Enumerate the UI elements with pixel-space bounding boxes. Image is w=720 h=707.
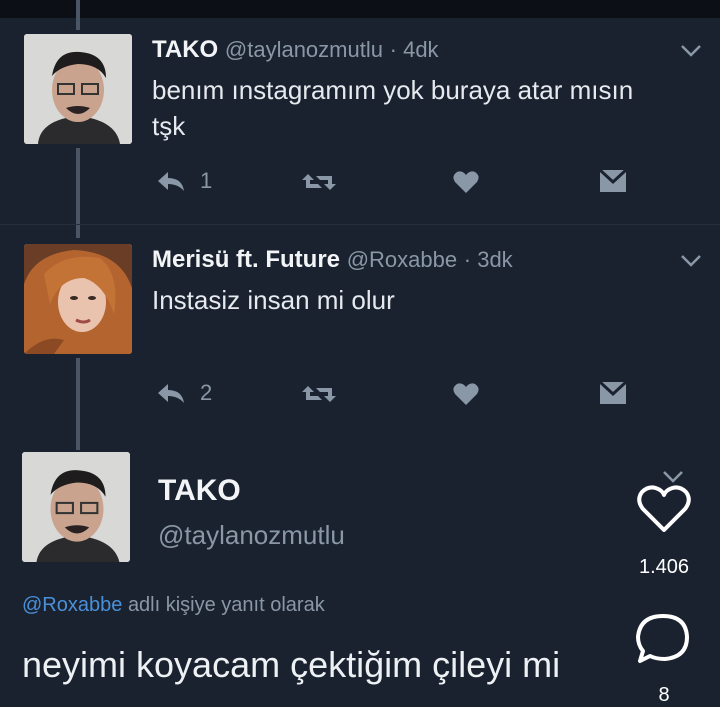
avatar[interactable] bbox=[22, 452, 130, 562]
tweet-author[interactable]: TAKO @taylanozmutlu · 4dk bbox=[152, 36, 439, 64]
tweet-author[interactable]: Merisü ft. Future @Roxabbe · 3dk bbox=[152, 246, 513, 274]
author-name: Merisü ft. Future bbox=[152, 246, 341, 273]
overlay-comment-icon[interactable] bbox=[634, 612, 692, 666]
main-author-name[interactable]: TAKO bbox=[158, 474, 241, 508]
avatar[interactable] bbox=[24, 34, 132, 144]
tweet-time: · 4dk bbox=[389, 37, 439, 62]
tweet-text-line: benım ınstagramım yok buraya atar mısın bbox=[152, 75, 634, 105]
reply-mention[interactable]: @Roxabbe bbox=[22, 594, 122, 616]
tweet-text-line: tşk bbox=[152, 111, 186, 141]
divider bbox=[0, 224, 720, 225]
tweet-text: benım ınstagramım yok buraya atar mısın … bbox=[152, 72, 633, 144]
thread-line bbox=[76, 358, 80, 450]
reply-count: 2 bbox=[200, 380, 213, 405]
author-handle: @taylanozmutlu bbox=[224, 37, 383, 62]
reply-context: @Roxabbe adlı kişiye yanıt olarak bbox=[22, 594, 325, 617]
thread-line bbox=[76, 0, 80, 30]
chevron-down-icon[interactable] bbox=[680, 44, 702, 58]
avatar-image bbox=[24, 244, 132, 354]
tweet-text: Instasiz insan mi olur bbox=[152, 282, 395, 318]
overlay-heart-icon[interactable] bbox=[636, 484, 692, 534]
dm-icon[interactable] bbox=[598, 168, 628, 194]
reply-icon bbox=[158, 172, 184, 191]
chevron-down-icon[interactable] bbox=[662, 470, 684, 484]
main-tweet-text: neyimi koyacam çektiğim çileyi mi bbox=[22, 644, 561, 685]
heart-icon[interactable] bbox=[452, 382, 480, 406]
tweet-text-line: Instasiz insan mi olur bbox=[152, 285, 395, 315]
avatar-image bbox=[24, 34, 132, 144]
reply-suffix: adlı kişiye yanıt olarak bbox=[127, 594, 325, 616]
reply-icon bbox=[158, 384, 184, 403]
tweet-time: · 3dk bbox=[463, 247, 513, 272]
retweet-icon[interactable] bbox=[300, 382, 338, 406]
reply-button[interactable]: 2 bbox=[156, 380, 212, 406]
reply-button[interactable]: 1 bbox=[156, 168, 212, 194]
reply-count: 1 bbox=[200, 168, 213, 193]
avatar-image bbox=[22, 452, 130, 562]
like-count: 1.406 bbox=[638, 556, 690, 578]
avatar[interactable] bbox=[24, 244, 132, 354]
heart-icon[interactable] bbox=[452, 170, 480, 194]
chevron-down-icon[interactable] bbox=[680, 254, 702, 268]
main-author-handle[interactable]: @taylanozmutlu bbox=[158, 520, 345, 551]
author-handle: @Roxabbe bbox=[346, 247, 458, 272]
comment-count: 8 bbox=[658, 684, 670, 706]
author-name: TAKO bbox=[152, 36, 219, 63]
top-bar bbox=[0, 0, 720, 18]
retweet-icon[interactable] bbox=[300, 170, 338, 194]
dm-icon[interactable] bbox=[598, 380, 628, 406]
